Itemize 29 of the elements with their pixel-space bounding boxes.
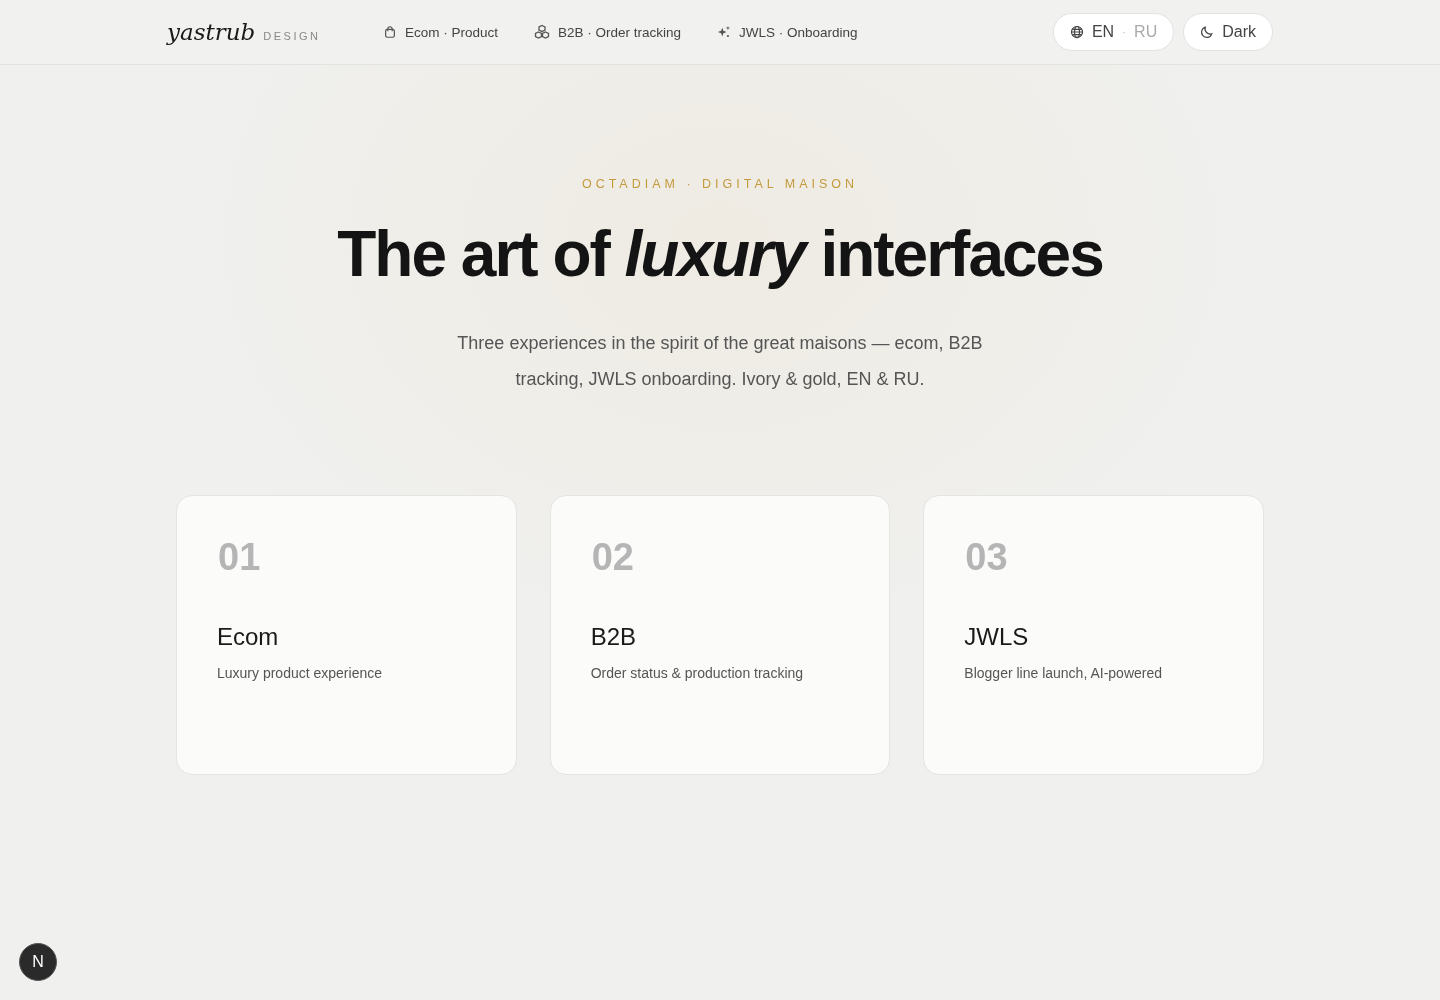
boxes-icon: [534, 24, 551, 40]
hero-title: The art of luxury interfaces: [336, 217, 1104, 291]
card-title: Ecom: [217, 623, 280, 651]
card-number: 03: [965, 536, 1009, 579]
experience-card[interactable]: 03 JWLS Blogger line launch, AI-powered: [923, 495, 1264, 775]
logo[interactable]: yastrub: [167, 19, 256, 45]
experience-card[interactable]: 01 Ecom Luxury product experience: [176, 495, 517, 775]
card-description: Luxury product experience: [217, 665, 383, 681]
experience-card[interactable]: 02 B2B Order status & production tracking: [549, 495, 891, 775]
nav-link[interactable]: JWLS · Onboarding: [717, 24, 858, 40]
eyebrow-text: OCTADIAM · DIGITAL MAISON: [580, 177, 860, 191]
dev-tools-badge[interactable]: N: [19, 943, 57, 981]
card-description: Blogger line launch, AI-powered: [964, 665, 1163, 681]
hero-subtitle: Three experiences in the spirit of the great maisons — ecom, B2B tracking, JWLS onboarding. Ivory & gold, EN & RU.: [456, 332, 984, 391]
card-title: JWLS: [964, 623, 1030, 651]
globe-icon: [1069, 25, 1084, 39]
logo-subtitle: DESIGN: [263, 30, 321, 42]
nav-link[interactable]: B2B · Order tracking: [534, 24, 682, 40]
card-number: 02: [591, 536, 635, 579]
separator-dot: ·: [1122, 25, 1127, 39]
language-option[interactable]: EN: [1091, 23, 1115, 41]
sparkle-icon: [717, 25, 732, 39]
moon-icon: [1200, 25, 1215, 39]
nav-link[interactable]: Ecom · Product: [383, 24, 499, 40]
theme-toggle-button[interactable]: Dark: [1183, 13, 1273, 51]
shopping-bag-icon: [383, 25, 397, 39]
card-title: B2B: [590, 623, 638, 651]
card-number: 01: [218, 536, 262, 579]
card-description: Order status & production tracking: [590, 665, 805, 681]
